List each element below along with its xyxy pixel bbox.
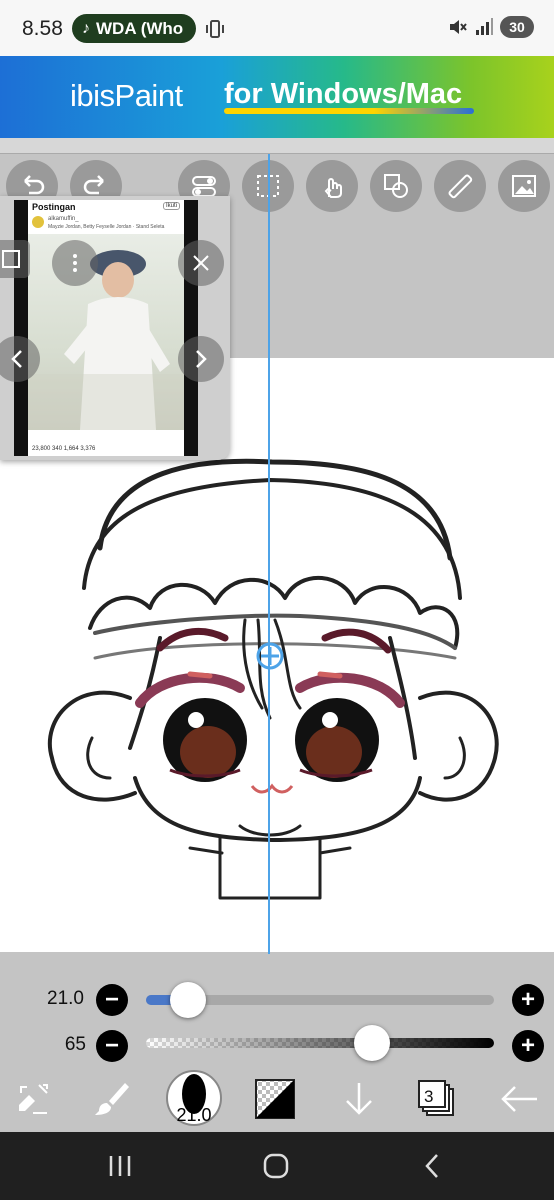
banner-logo: ibisPaint xyxy=(70,78,183,113)
shape-button[interactable] xyxy=(370,160,422,212)
battery-indicator: 30 xyxy=(500,16,534,38)
banner-underline xyxy=(224,108,474,114)
reference-counts: 23,800 340 1,664 3,376 xyxy=(32,446,96,452)
reference-avatar xyxy=(32,216,44,228)
minus-icon: − xyxy=(104,986,119,1013)
hand-pointer-icon xyxy=(324,178,342,198)
vibrate-icon xyxy=(206,20,224,38)
reference-header: Postingan xyxy=(32,202,76,212)
opacity-knob[interactable] xyxy=(354,1025,391,1061)
brush-size-preview[interactable]: 21.0 xyxy=(166,1070,222,1126)
status-time: 8.58 xyxy=(22,17,63,40)
plus-icon: + xyxy=(520,986,535,1013)
brush-slider-panel: 21.0 − + 65 − + xyxy=(0,954,554,1066)
system-nav-bar xyxy=(0,1132,554,1200)
reference-window[interactable]: Postingan Ikuti alkamuffin_ Mayzie Jorda… xyxy=(0,196,230,460)
music-note-icon: ♪ xyxy=(82,19,90,37)
paintbrush-icon xyxy=(95,1083,129,1115)
layers-icon xyxy=(418,1080,454,1116)
minus-icon: − xyxy=(104,1032,119,1059)
signal-icon xyxy=(476,18,493,35)
media-playing-pill[interactable]: ♪ WDA (Who xyxy=(72,14,196,43)
reference-username: alkamuffin_ xyxy=(48,216,79,222)
reference-follow: Ikuti xyxy=(162,202,180,210)
home-button[interactable] xyxy=(256,1150,296,1182)
image-icon xyxy=(512,175,536,197)
reference-next-button[interactable] xyxy=(178,336,224,382)
brush-tool-button[interactable] xyxy=(86,1074,136,1124)
recents-icon xyxy=(109,1156,131,1176)
arrow-down-icon xyxy=(346,1083,372,1115)
bottom-toolbar: 21.0 3 xyxy=(0,1066,554,1132)
shapes-icon xyxy=(384,174,408,198)
ibispaint-screen: 8.58 ♪ WDA (Who 30 ibisPaint for Windows… xyxy=(0,0,554,1200)
system-back-button[interactable] xyxy=(412,1150,452,1182)
recents-button[interactable] xyxy=(100,1150,140,1182)
brush-size-decrease-button[interactable]: − xyxy=(96,984,128,1016)
toolbar-separator xyxy=(0,138,554,154)
color-button[interactable] xyxy=(250,1074,300,1124)
banner-tagline: for Windows/Mac xyxy=(224,78,463,110)
chevron-left-icon xyxy=(425,1154,438,1178)
close-icon xyxy=(193,255,209,271)
ruler-button[interactable] xyxy=(434,160,486,212)
plus-icon: + xyxy=(520,1032,535,1059)
layers-button[interactable]: 3 xyxy=(412,1074,462,1124)
home-icon xyxy=(263,1153,289,1179)
opacity-increase-button[interactable]: + xyxy=(512,1030,544,1062)
back-button[interactable] xyxy=(494,1074,544,1124)
move-down-button[interactable] xyxy=(334,1074,384,1124)
chevron-left-icon xyxy=(11,350,22,368)
color-swatch-icon xyxy=(255,1079,295,1119)
status-icons: 30 xyxy=(448,16,534,38)
tool-switch-button[interactable] xyxy=(8,1074,58,1124)
reference-close-button[interactable] xyxy=(178,240,224,286)
gesture-button[interactable] xyxy=(306,160,358,212)
reference-song: Mayzie Jordan, Betty Feyselle Jordan · S… xyxy=(48,224,165,230)
brush-eraser-swap-icon xyxy=(19,1084,48,1114)
media-title: WDA (Who xyxy=(96,18,184,38)
reference-menu-button[interactable] xyxy=(52,240,98,286)
brush-size-badge: 21.0 xyxy=(176,1105,212,1125)
mute-icon xyxy=(450,20,467,34)
brush-size-increase-button[interactable]: + xyxy=(512,984,544,1016)
reference-fit-button[interactable] xyxy=(0,240,30,278)
more-vertical-icon xyxy=(73,254,77,272)
chevron-right-icon xyxy=(196,350,207,368)
guide-handle-icon[interactable] xyxy=(255,641,285,671)
ruler-icon xyxy=(448,174,473,199)
add-image-button[interactable] xyxy=(498,160,550,212)
opacity-label: 65 xyxy=(64,1034,86,1055)
opacity-decrease-button[interactable]: − xyxy=(96,1030,128,1062)
layer-count: 3 xyxy=(424,1087,434,1106)
arrow-left-icon xyxy=(501,1086,537,1112)
opacity-gradient xyxy=(146,1038,494,1048)
square-icon xyxy=(2,250,20,268)
status-bar: 8.58 ♪ WDA (Who 30 xyxy=(0,0,554,56)
reference-image: Postingan Ikuti alkamuffin_ Mayzie Jorda… xyxy=(14,200,198,456)
brush-size-label: 21.0 xyxy=(47,988,84,1009)
ad-banner[interactable]: ibisPaint for Windows/Mac xyxy=(0,56,554,138)
brush-size-knob[interactable] xyxy=(169,982,206,1018)
